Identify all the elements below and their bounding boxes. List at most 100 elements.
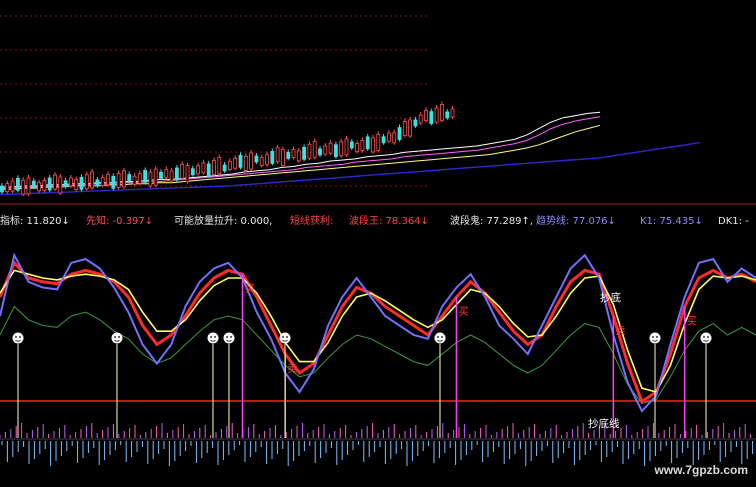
price-candle [318,148,322,156]
smiley-icon [700,332,712,344]
price-candle [180,164,185,179]
price-candle [254,155,259,163]
price-candle [217,157,222,174]
price-candle [127,174,132,181]
smiley-icon [111,332,123,344]
price-candle [381,136,386,144]
smiley-eye [707,336,709,338]
price-candle [15,177,20,191]
price-candle [185,165,190,183]
smiley-eye [214,336,216,338]
signal-label: 卖 [615,325,625,337]
smiley-icon [223,332,235,344]
price-candle [63,180,68,188]
price-candle [450,108,455,118]
price-candle [201,162,206,174]
price-candle [275,147,280,163]
price-candle [286,152,291,159]
annotation-chaodi: 抄底 [600,291,621,304]
indicator-header-value: 指标: 11.820↓ [0,214,70,227]
price-candle [222,164,227,172]
smiley-eye [15,336,17,338]
price-candle [53,174,57,190]
price-candle [429,111,434,124]
indicator-header-value: 趋势线: 77.076↓ [536,214,616,227]
smiley-icon [12,332,24,344]
price-candle [280,149,285,166]
price-ma-line [0,111,601,188]
price-candle [302,146,307,160]
price-candle [413,119,418,127]
price-candle [137,172,142,184]
price-candle [0,185,4,193]
price-candle [164,168,169,178]
price-candle [21,179,26,195]
price-candle [243,155,248,171]
price-candle [360,140,365,151]
price-candle [5,183,10,193]
smiley-eye [118,336,120,338]
price-candle [339,141,344,157]
price-candle [26,177,31,195]
price-candle [328,142,333,154]
indicator-header-value: 短线获利: [290,214,333,227]
indicator-header-value: 波段王: 78.364↓ [349,214,429,227]
smiley-eye [286,336,288,338]
price-candle [10,180,15,192]
price-candle [148,171,153,187]
smiley-eye [282,336,284,338]
smiley-eye [19,336,21,338]
price-candle [227,160,232,170]
price-candle [122,170,126,188]
indicator-header-value: 波段鬼: 77.289↑, [450,214,533,227]
price-candle [37,182,41,192]
price-candle [291,149,296,158]
smiley-eye [210,336,212,338]
price-panel [0,101,701,197]
price-candle [371,137,375,153]
price-candle [386,132,391,142]
price-candle [47,177,52,191]
price-candle [69,177,73,187]
indicator-line [0,260,756,404]
price-candle [169,170,174,182]
price-candle [116,173,121,188]
smiley-eye [656,336,658,338]
price-candle [265,154,269,166]
price-candle [344,138,349,156]
smiley-eye [437,336,439,338]
smiley-eye [226,336,228,338]
price-candle [143,170,148,183]
annotation-chaodi-line: 抄底线 [588,417,620,430]
indicator-panel: 买卖 买卖 买 [0,252,756,466]
price-candle [296,150,301,162]
price-candle [434,107,439,123]
price-candle [249,152,254,170]
price-candle [349,141,354,149]
price-candle [312,140,317,158]
price-candle [174,167,179,181]
price-candle [111,175,116,189]
signal-label: 买 [687,316,697,328]
price-candle [79,176,84,190]
signal-label: 卖 [287,363,297,375]
indicator-header-value: DK1: - [718,216,749,227]
price-candle [90,171,94,189]
smiley-eye [230,336,232,338]
smiley-icon [207,332,219,344]
price-candle [365,136,370,150]
price-candle [445,111,450,119]
price-candle [323,145,328,155]
price-candle [238,154,243,168]
price-candle [106,174,110,186]
price-candle [100,177,105,187]
smiley-icon [279,332,291,344]
price-candle [392,132,397,144]
price-candle [190,168,195,176]
smiley-eye [441,336,443,338]
price-candle [42,180,47,191]
indicator-header-value: 先知: -0.397↓ [86,214,153,227]
price-candle [153,168,158,186]
price-ma-line [0,141,701,196]
price-candle [132,175,137,185]
